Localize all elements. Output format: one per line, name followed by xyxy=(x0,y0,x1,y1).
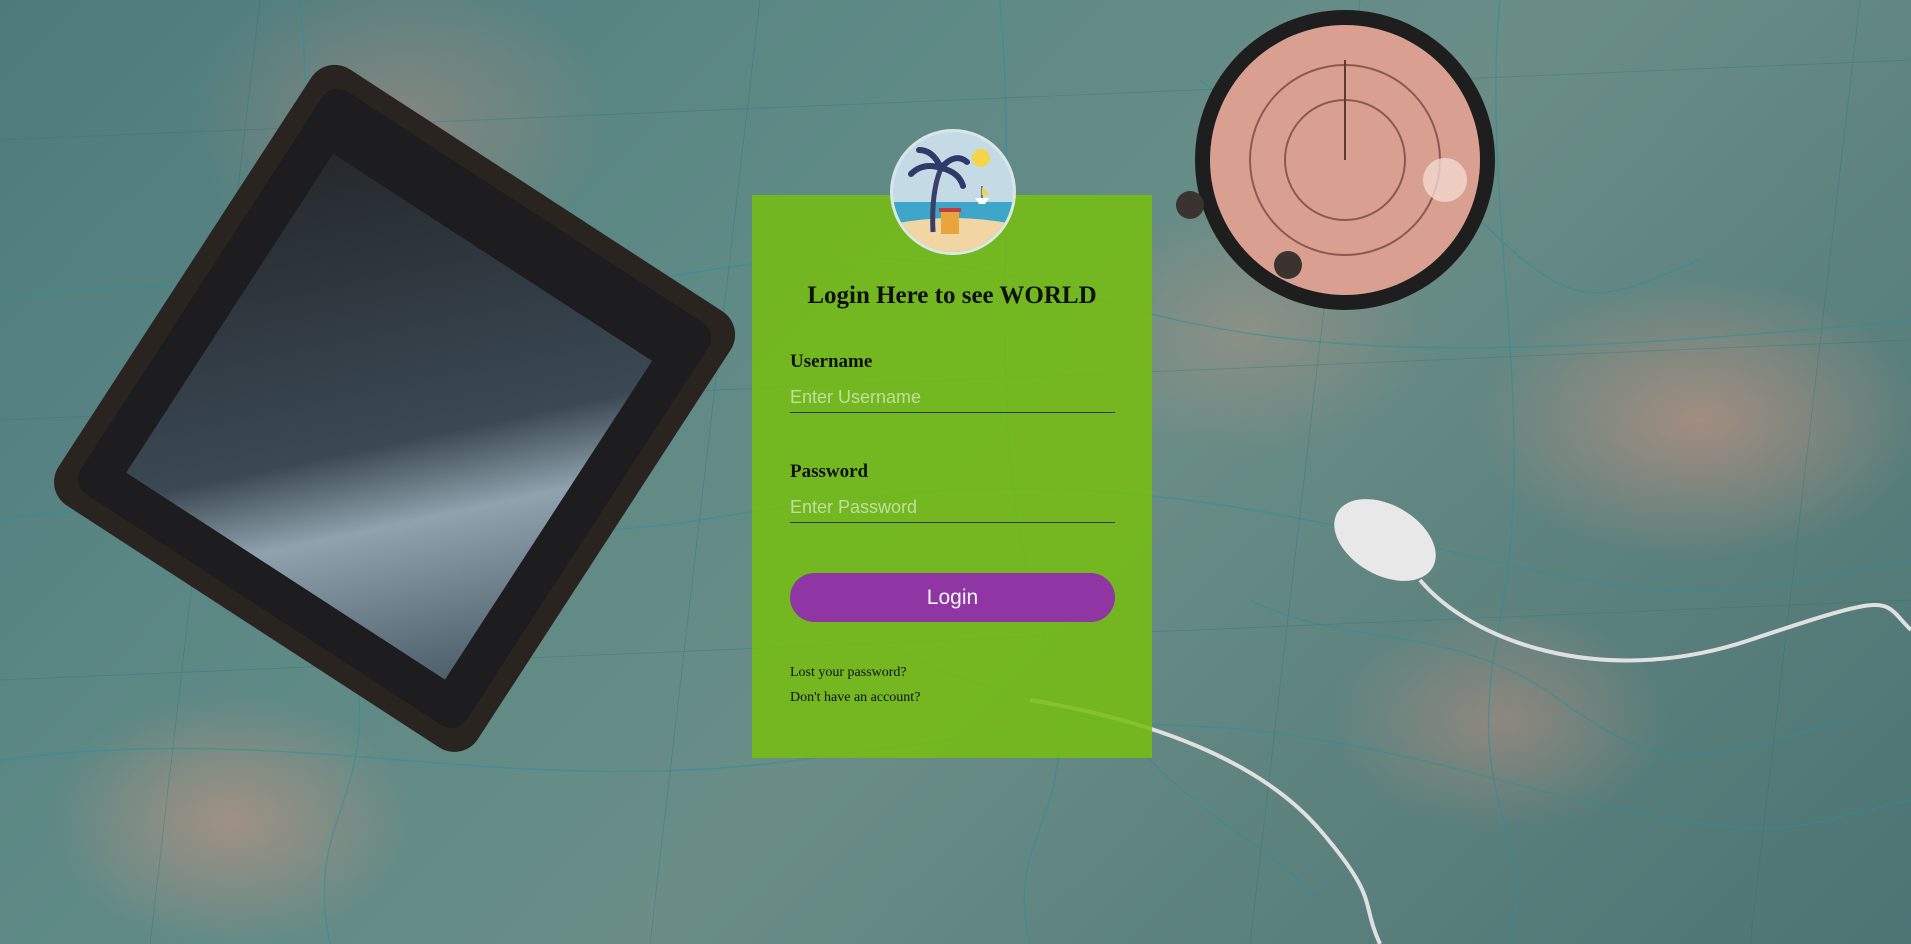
login-button[interactable]: Login xyxy=(790,573,1115,622)
signup-link[interactable]: Don't have an account? xyxy=(790,690,920,706)
beach-palm-avatar-icon xyxy=(893,132,1013,252)
username-input[interactable] xyxy=(790,382,1115,413)
password-input[interactable] xyxy=(790,492,1115,523)
login-title: Login Here to see WORLD xyxy=(807,282,1097,309)
username-label: Username xyxy=(790,351,873,372)
password-label: Password xyxy=(790,461,869,482)
forgot-password-link[interactable]: Lost your password? xyxy=(790,665,907,681)
login-card: Login Here to see WORLD Username Passwor… xyxy=(752,132,1152,758)
